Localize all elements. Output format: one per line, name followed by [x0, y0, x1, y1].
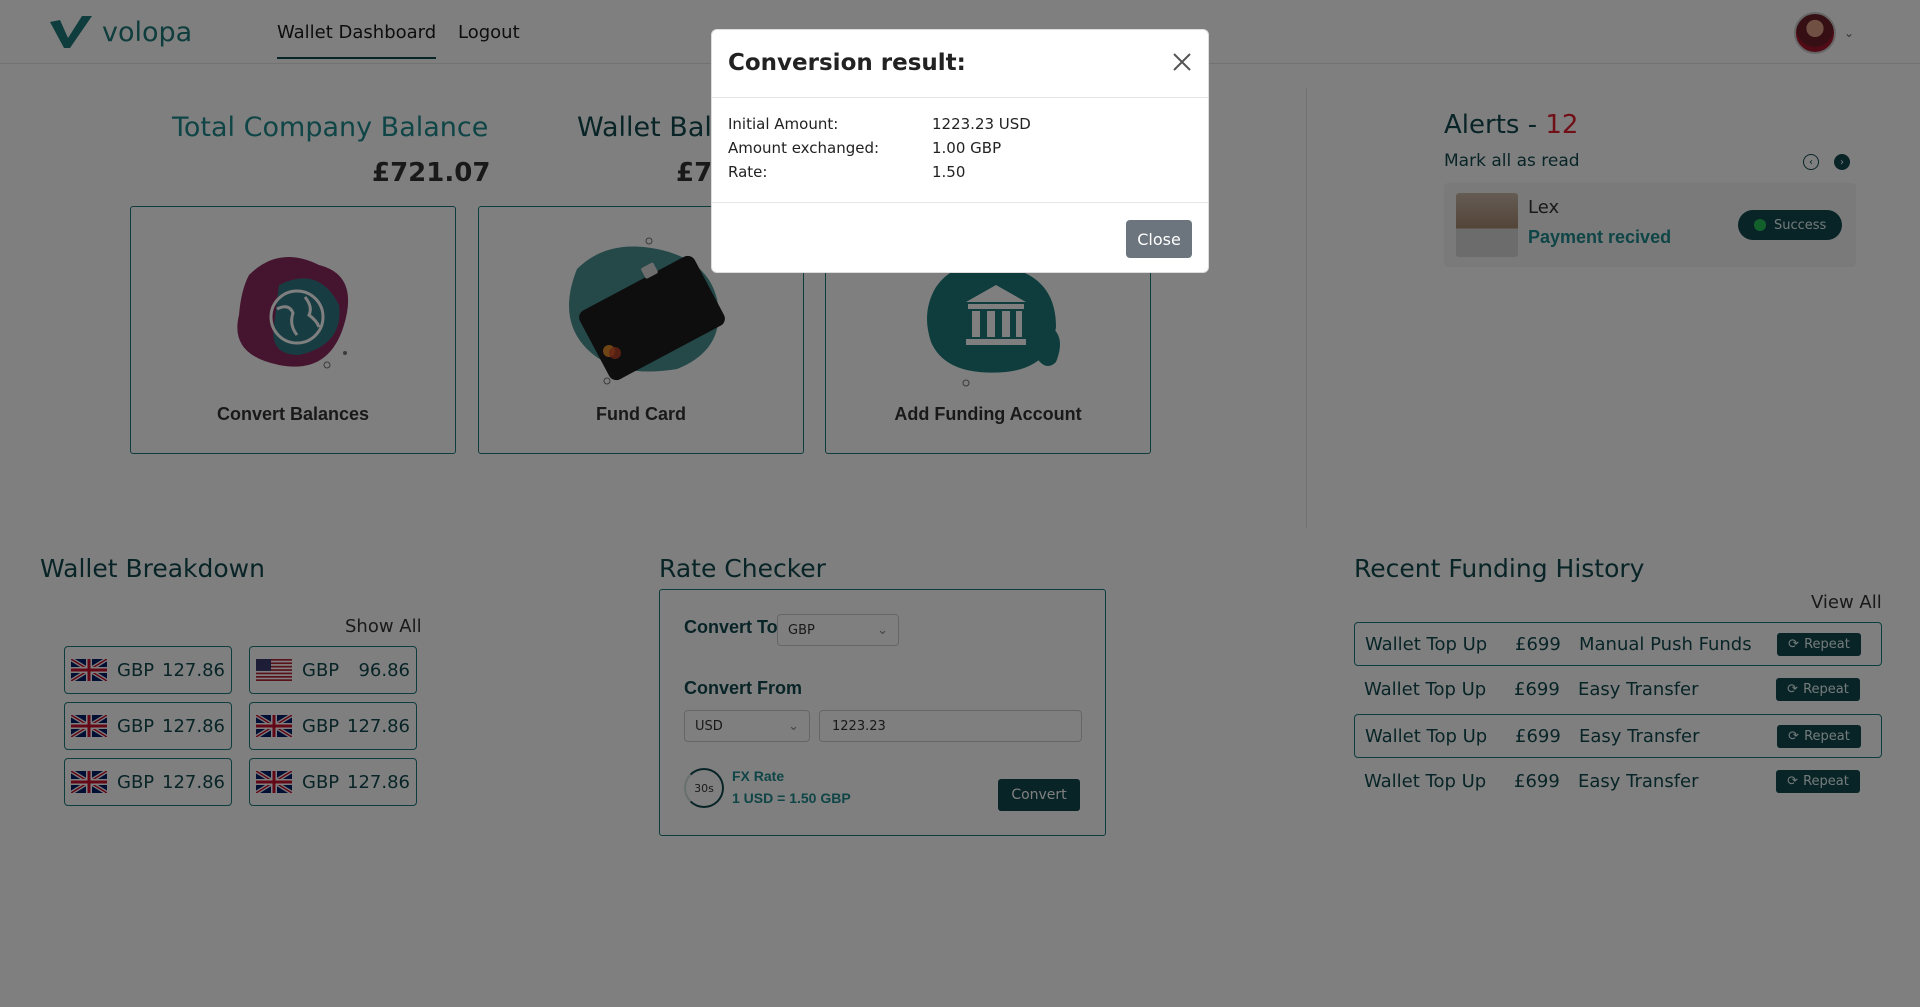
rate-value: 1.50 — [932, 163, 966, 181]
close-button[interactable]: Close — [1126, 220, 1192, 258]
modal-body: Initial Amount: 1223.23 USD Amount excha… — [712, 98, 1208, 203]
modal-title: Conversion result: — [728, 50, 966, 76]
modal-header: Conversion result: — [712, 30, 1208, 98]
initial-amount-value: 1223.23 USD — [932, 115, 1031, 133]
rate-label: Rate: — [728, 163, 768, 181]
amount-exchanged-label: Amount exchanged: — [728, 139, 880, 157]
close-icon[interactable] — [1170, 50, 1194, 74]
amount-exchanged-value: 1.00 GBP — [932, 139, 1002, 157]
initial-amount-label: Initial Amount: — [728, 115, 839, 133]
conversion-result-modal: Conversion result: Initial Amount: 1223.… — [711, 29, 1209, 273]
